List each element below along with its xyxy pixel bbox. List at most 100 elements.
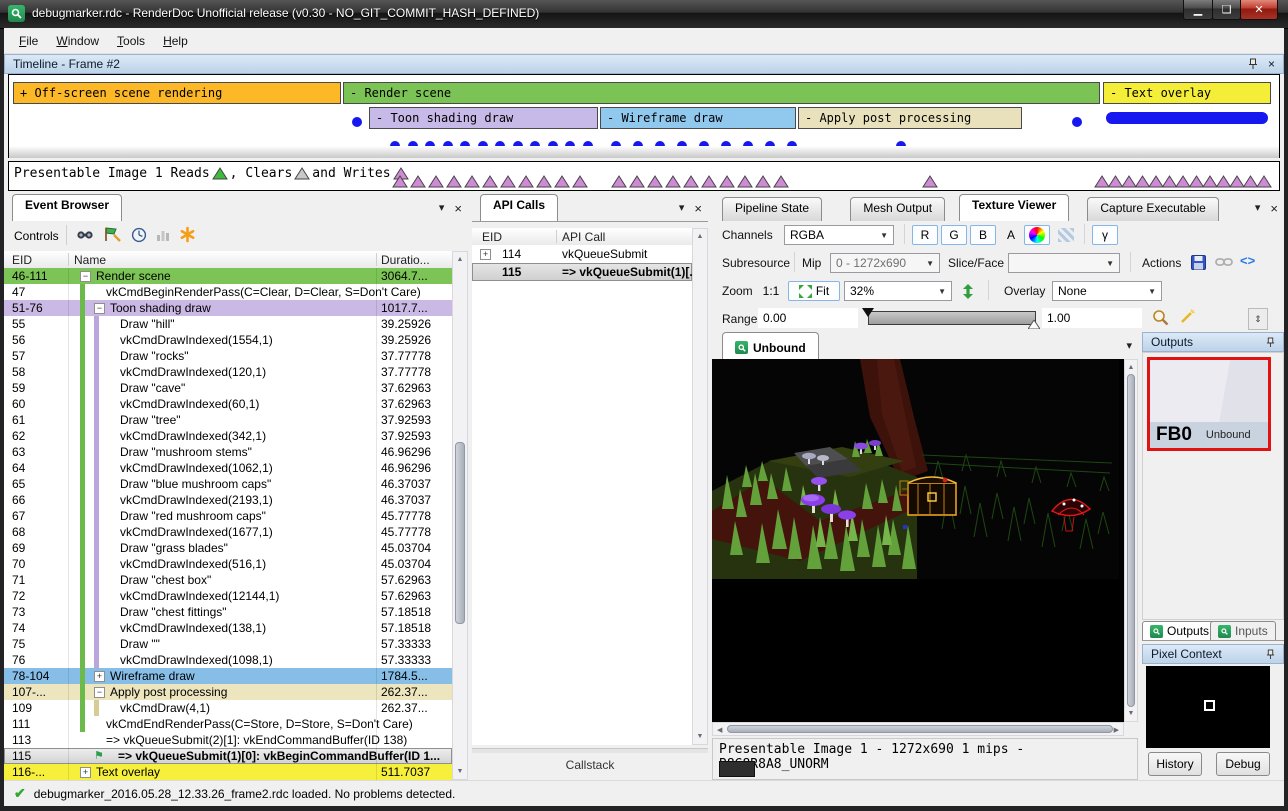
- event-row[interactable]: 75Draw ""57.33333: [4, 636, 452, 652]
- checker-background-toggle[interactable]: [1053, 225, 1079, 245]
- write-triangle-cluster[interactable]: [1094, 175, 1286, 188]
- event-row[interactable]: 73Draw "chest fittings"57.18518: [4, 604, 452, 620]
- event-row[interactable]: 116-...+Text overlay511.7037: [4, 764, 452, 780]
- menu-item-tools[interactable]: Tools: [108, 30, 154, 52]
- event-row[interactable]: 76vkCmdDrawIndexed(1098,1)57.33333: [4, 652, 452, 668]
- event-browser-list[interactable]: 46-111−Render scene3064.7...47vkCmdBegin…: [4, 268, 452, 780]
- output-fb0-thumbnail[interactable]: FB0 Unbound: [1147, 357, 1271, 451]
- tab-outputs[interactable]: Outputs: [1142, 621, 1217, 640]
- api-calls-list[interactable]: +114vkQueueSubmit115=> vkQueueSubmit(1)[…: [472, 245, 692, 745]
- close-button[interactable]: ✕: [1240, 0, 1278, 20]
- flip-y-button[interactable]: [958, 281, 978, 301]
- api-calls-scrollbar[interactable]: ▲ ▼: [692, 228, 708, 745]
- expand-expander-icon[interactable]: +: [80, 767, 91, 778]
- channel-a-toggle[interactable]: A: [1000, 225, 1022, 245]
- slice-face-select[interactable]: ▼: [1008, 253, 1120, 273]
- timeline-marker-bar[interactable]: - Text overlay: [1103, 82, 1271, 104]
- event-row[interactable]: 74vkCmdDrawIndexed(138,1)57.18518: [4, 620, 452, 636]
- timeline-marker-bar[interactable]: - Wireframe draw: [600, 107, 796, 129]
- callstack-splitter[interactable]: [472, 748, 708, 753]
- event-row[interactable]: 115⚑=> vkQueueSubmit(1)[0]: vkBeginComma…: [4, 748, 452, 764]
- tab-texture-viewer[interactable]: Texture Viewer: [959, 194, 1069, 221]
- menu-item-file[interactable]: File: [10, 30, 47, 52]
- mip-select[interactable]: 0 - 1272x690▼: [830, 253, 940, 273]
- expand-expander-icon[interactable]: +: [94, 671, 105, 682]
- event-row[interactable]: 57Draw "rocks"37.77778: [4, 348, 452, 364]
- chevron-down-icon[interactable]: ▾: [439, 201, 445, 216]
- collapse-expander-icon[interactable]: −: [94, 303, 105, 314]
- tab-capture-executable[interactable]: Capture Executable: [1087, 197, 1218, 221]
- event-row[interactable]: 51-76−Toon shading draw1017.7...: [4, 300, 452, 316]
- zoom-percent-select[interactable]: 32%▼: [844, 281, 952, 301]
- pin-icon[interactable]: [1266, 337, 1275, 348]
- channel-b-toggle[interactable]: B: [970, 225, 996, 245]
- title-bar[interactable]: debugmarker.rdc - RenderDoc Unofficial r…: [0, 0, 1288, 29]
- event-browser-column-header[interactable]: EID Name Duratio...: [4, 251, 452, 269]
- range-black-point-handle[interactable]: [862, 308, 874, 317]
- tab-inputs[interactable]: Inputs: [1210, 621, 1276, 640]
- range-white-point-handle[interactable]: [1028, 320, 1040, 329]
- event-row[interactable]: 70vkCmdDrawIndexed(516,1)45.03704: [4, 556, 452, 572]
- event-row[interactable]: 68vkCmdDrawIndexed(1677,1)45.77778: [4, 524, 452, 540]
- open-code-icon[interactable]: <>: [1240, 253, 1255, 268]
- event-row[interactable]: 65Draw "blue mushroom caps"46.37037: [4, 476, 452, 492]
- timeline-marker-bar[interactable]: - Apply post processing: [798, 107, 1022, 129]
- text-overlay-draws-bar[interactable]: [1106, 112, 1268, 124]
- pin-icon[interactable]: [1248, 58, 1258, 70]
- chevron-down-icon[interactable]: ▾: [679, 201, 685, 216]
- event-row[interactable]: 109vkCmdDraw(4,1)262.37...: [4, 700, 452, 716]
- event-row[interactable]: 72vkCmdDrawIndexed(12144,1)57.62963: [4, 588, 452, 604]
- close-icon[interactable]: ×: [1270, 201, 1278, 216]
- menu-item-help[interactable]: Help: [154, 30, 197, 52]
- channel-r-toggle[interactable]: R: [912, 225, 938, 245]
- texture-horizontal-scrollbar[interactable]: ◀ ▶: [712, 722, 1124, 736]
- event-row[interactable]: 58vkCmdDrawIndexed(120,1)37.77778: [4, 364, 452, 380]
- channels-select[interactable]: RGBA▼: [784, 225, 894, 245]
- event-row[interactable]: 47vkCmdBeginRenderPass(C=Clear, D=Clear,…: [4, 284, 452, 300]
- api-call-row[interactable]: +114vkQueueSubmit: [472, 245, 692, 263]
- event-row[interactable]: 56vkCmdDrawIndexed(1554,1)39.25926: [4, 332, 452, 348]
- pixel-context-view[interactable]: [1146, 666, 1270, 748]
- save-texture-icon[interactable]: [1190, 254, 1207, 271]
- expand-expander-icon[interactable]: +: [480, 249, 491, 260]
- tab-pipeline-state[interactable]: Pipeline State: [722, 197, 822, 221]
- event-browser-scrollbar[interactable]: ▲ ▼: [452, 251, 468, 780]
- outputs-dock-header[interactable]: Outputs: [1142, 332, 1284, 352]
- event-row[interactable]: 111vkCmdEndRenderPass(C=Store, D=Store, …: [4, 716, 452, 732]
- collapse-expander-icon[interactable]: −: [94, 687, 105, 698]
- event-row[interactable]: 107-...−Apply post processing262.37...: [4, 684, 452, 700]
- event-row[interactable]: 60vkCmdDrawIndexed(60,1)37.62963: [4, 396, 452, 412]
- tab-mesh-output[interactable]: Mesh Output: [850, 197, 945, 221]
- event-row[interactable]: 69Draw "grass blades"45.03704: [4, 540, 452, 556]
- event-row[interactable]: 55Draw "hill"39.25926: [4, 316, 452, 332]
- write-triangle-cluster[interactable]: [392, 175, 606, 188]
- write-triangle-cluster[interactable]: [611, 175, 807, 188]
- pin-icon[interactable]: [1266, 649, 1275, 660]
- close-icon[interactable]: ×: [694, 201, 702, 216]
- event-row[interactable]: 62vkCmdDrawIndexed(342,1)37.92593: [4, 428, 452, 444]
- timeline-marker-bar[interactable]: - Toon shading draw: [369, 107, 598, 129]
- custom-action-icon[interactable]: [179, 226, 196, 243]
- chevron-down-icon[interactable]: ▾: [1126, 339, 1132, 352]
- timeline-marker-bar[interactable]: + Off-screen scene rendering: [13, 82, 341, 104]
- event-row[interactable]: 61Draw "tree"37.92593: [4, 412, 452, 428]
- history-button[interactable]: History: [1148, 752, 1202, 776]
- event-row[interactable]: 66vkCmdDrawIndexed(2193,1)46.37037: [4, 492, 452, 508]
- range-max-input[interactable]: 1.00: [1042, 308, 1142, 328]
- minimize-button[interactable]: ▁: [1183, 0, 1213, 20]
- tab-event-browser[interactable]: Event Browser: [12, 194, 122, 221]
- overlay-select[interactable]: None▼: [1052, 281, 1162, 301]
- channel-g-toggle[interactable]: G: [941, 225, 967, 245]
- event-row[interactable]: 63Draw "mushroom stems"46.96296: [4, 444, 452, 460]
- jump-bookmark-icon[interactable]: [104, 226, 122, 243]
- tab-unbound-texture[interactable]: Unbound: [722, 332, 819, 359]
- colorwheel-toggle[interactable]: [1024, 225, 1050, 245]
- event-row[interactable]: 64vkCmdDrawIndexed(1062,1)46.96296: [4, 460, 452, 476]
- pixel-context-header[interactable]: Pixel Context: [1142, 644, 1284, 664]
- close-icon[interactable]: ×: [454, 201, 462, 216]
- range-min-input[interactable]: 0.00: [758, 308, 858, 328]
- event-row[interactable]: 46-111−Render scene3064.7...: [4, 268, 452, 284]
- time-draws-icon[interactable]: [131, 227, 147, 243]
- find-event-icon[interactable]: [76, 227, 94, 243]
- timeline-dock-header[interactable]: Timeline - Frame #2 ×: [4, 54, 1284, 74]
